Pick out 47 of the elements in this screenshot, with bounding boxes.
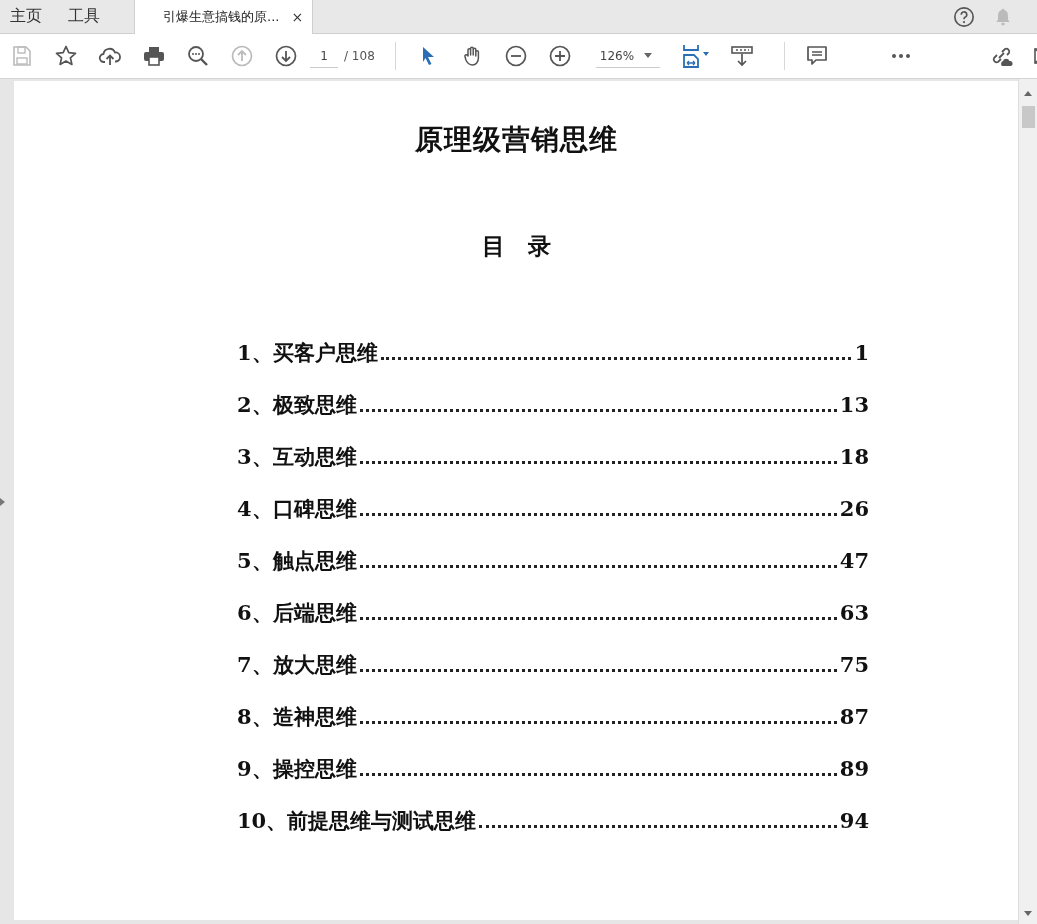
nav-tab[interactable]: 主页 <box>0 0 54 33</box>
toc-page-number: 18 <box>839 443 869 471</box>
zoom-dropdown[interactable]: 126% <box>595 44 660 68</box>
toc-page-number: 75 <box>839 651 869 679</box>
toc-entry-title: 10、前提思维与测试思维 <box>237 807 477 835</box>
star-icon <box>54 44 78 68</box>
page-number-field[interactable]: 1 <box>310 44 338 68</box>
help-icon[interactable] <box>953 5 975 28</box>
toc-page-number: 94 <box>839 807 869 835</box>
toc-entry-title: 5、触点思维 <box>237 547 357 575</box>
page-count: / 108 <box>344 49 375 63</box>
scroll-down-icon[interactable] <box>1024 911 1032 916</box>
toc-page-number: 1 <box>854 339 869 367</box>
page-fit-icon <box>680 44 711 68</box>
toc-entry-title: 3、互动思维 <box>237 443 357 471</box>
toc-page-number: 63 <box>839 599 869 627</box>
scroll-mode-icon <box>729 44 754 68</box>
toc-entry-title: 8、造神思维 <box>237 703 357 731</box>
toc-entry-title: 9、操控思维 <box>237 755 357 783</box>
minus-icon <box>503 44 528 68</box>
scrollbar-thumb[interactable] <box>1021 106 1035 128</box>
print-icon <box>142 44 166 68</box>
toc-page-number: 89 <box>839 755 869 783</box>
toc-page-number: 87 <box>839 703 869 731</box>
comment-icon <box>804 44 829 68</box>
close-tab-button[interactable]: × <box>291 9 304 25</box>
toc-page-number: 47 <box>839 547 869 575</box>
expand-panel-icon[interactable] <box>0 497 5 506</box>
zoom-icon <box>186 44 210 68</box>
vertical-scrollbar[interactable] <box>1018 79 1037 924</box>
scroll-up-icon[interactable] <box>1024 91 1032 96</box>
caret-icon <box>643 53 652 58</box>
more-icon <box>891 54 910 58</box>
toc-entry-title: 2、极致思维 <box>237 391 357 419</box>
contents-heading: 目 录 <box>480 231 552 261</box>
toc-page-number: 26 <box>839 495 869 523</box>
toc-entry-title: 1、买客户思维 <box>237 339 378 367</box>
toc-entry-title: 4、口碑思维 <box>237 495 357 523</box>
toc-page-number: 13 <box>839 391 869 419</box>
toc-entry-title: 7、放大思维 <box>237 651 357 679</box>
document-tab[interactable]: 引爆生意搞钱的原... × <box>134 0 313 34</box>
plus-icon <box>547 44 572 68</box>
document-title: 原理级营销思维 <box>413 122 619 158</box>
toc-entry-title: 6、后端思维 <box>237 599 357 627</box>
document-tab-title[interactable]: 引爆生意搞钱的原... <box>163 8 280 26</box>
nav-tab[interactable]: 工具 <box>58 0 112 33</box>
save-icon <box>10 44 34 68</box>
